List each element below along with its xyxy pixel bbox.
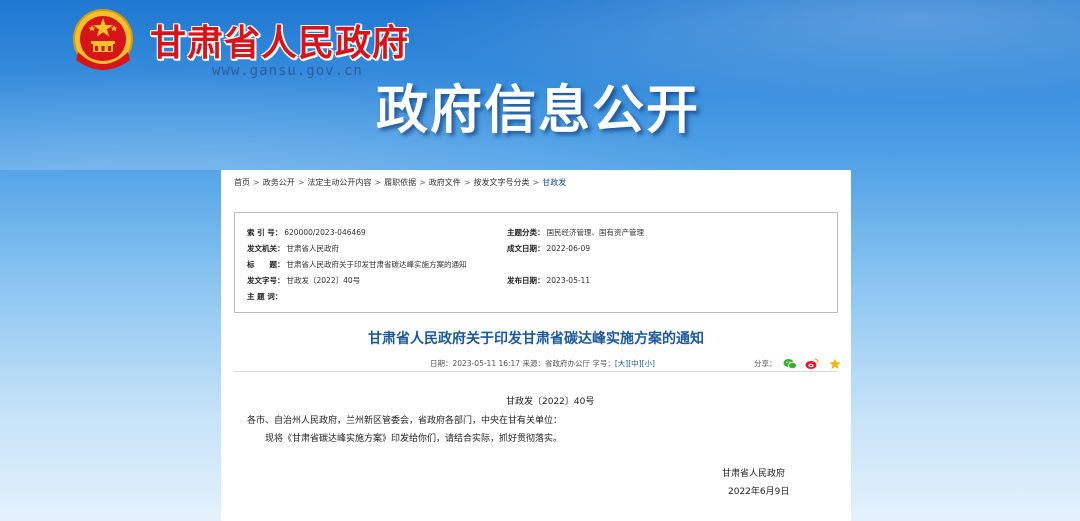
breadcrumb-separator: > — [419, 178, 426, 187]
document-body: 现将《甘肃省碳达峰实施方案》印发给你们，请结合实际，抓好贯彻落实。 — [265, 434, 563, 444]
meta-created-value: 2022-06-09 — [546, 244, 591, 253]
document-info-bar: 日期：2023-05-11 16:17 来源：省政府办公厅 字号：[大][中][… — [234, 355, 841, 372]
breadcrumb-separator: > — [532, 178, 540, 187]
meta-category-label: 主题分类： — [507, 228, 545, 237]
font-size-small-link[interactable]: [小] — [642, 359, 655, 368]
meta-created-label: 成文日期： — [507, 244, 545, 253]
meta-title-value: 甘肃省人民政府关于印发甘肃省碳达峰实施方案的通知 — [286, 260, 467, 269]
meta-issuer: 发文机关： 甘肃省人民政府 — [247, 243, 339, 254]
font-size-medium-link[interactable]: [中] — [628, 359, 641, 368]
breadcrumb-separator: > — [374, 178, 382, 187]
document-signature: 甘肃省人民政府 — [722, 469, 786, 479]
meta-issuer-label: 发文机关： — [247, 244, 285, 253]
star-icon[interactable] — [829, 355, 841, 374]
share-icons — [783, 355, 843, 370]
breadcrumb-item[interactable]: 政府文件 — [429, 178, 461, 187]
meta-published: 发布日期： 2023-05-11 — [507, 275, 590, 286]
section-title: 政府信息公开 — [376, 81, 701, 141]
breadcrumb-separator: > — [463, 178, 471, 187]
meta-keywords-label: 主 题 词： — [247, 292, 283, 301]
document-number: 甘政发〔2022〕40号 — [506, 397, 595, 407]
breadcrumb-separator: > — [297, 178, 305, 187]
document-title: 甘肃省人民政府关于印发甘肃省碳达峰实施方案的通知 — [368, 331, 704, 347]
wechat-icon[interactable] — [783, 355, 797, 374]
site-title[interactable]: 甘肃省人民政府 — [150, 14, 409, 66]
date-source-text: 日期：2023-05-11 16:17 来源：省政府办公厅 字号： — [430, 359, 615, 368]
share-label: 分享： — [754, 359, 777, 368]
meta-category: 主题分类： 国民经济管理、国有资产管理 — [507, 227, 644, 238]
meta-docno-label: 发文字号： — [247, 276, 285, 285]
breadcrumb-item[interactable]: 履职依据 — [384, 178, 416, 187]
document-sign-date: 2022年6月9日 — [728, 487, 790, 497]
meta-published-label: 发布日期： — [507, 276, 545, 285]
site-header: 甘肃省人民政府 www.gansu.gov.cn 政府信息公开 — [0, 0, 1080, 170]
site-url[interactable]: www.gansu.gov.cn — [212, 63, 363, 79]
meta-issuer-value: 甘肃省人民政府 — [286, 244, 340, 253]
meta-published-value: 2023-05-11 — [546, 276, 591, 285]
document-recipients: 各市、自治州人民政府，兰州新区管委会，省政府各部门，中央在甘有关单位： — [247, 416, 563, 426]
meta-title: 标 题： 甘肃省人民政府关于印发甘肃省碳达峰实施方案的通知 — [247, 259, 467, 270]
breadcrumb-current[interactable]: 甘政发 — [542, 178, 566, 187]
meta-category-value: 国民经济管理、国有资产管理 — [546, 228, 645, 237]
content-panel: 首页 > 政务公开 > 法定主动公开内容 > 履职依据 > 政府文件 > 按发文字号分类 > 甘政发 索… — [221, 170, 851, 521]
breadcrumb-item[interactable]: 政务公开 — [263, 178, 295, 187]
document-date-source: 日期：2023-05-11 16:17 来源：省政府办公厅 字号：[大][中][… — [430, 358, 655, 369]
meta-index: 索 引 号： 620000/2023-046469 — [247, 227, 366, 238]
breadcrumb-item[interactable]: 法定主动公开内容 — [307, 178, 371, 187]
meta-index-value: 620000/2023-046469 — [284, 228, 366, 237]
meta-title-label: 标 题： — [247, 260, 285, 269]
meta-docno-value: 甘政发〔2022〕40号 — [286, 276, 361, 285]
breadcrumb-separator: > — [253, 178, 260, 187]
national-emblem-icon — [73, 9, 133, 70]
meta-index-label: 索 引 号： — [247, 228, 283, 237]
font-size-large-link[interactable]: [大] — [615, 359, 628, 368]
meta-keywords: 主 题 词： — [247, 291, 284, 302]
breadcrumb: 首页 > 政务公开 > 法定主动公开内容 > 履职依据 > 政府文件 > 按发文字号分类 > 甘政发 — [234, 177, 566, 188]
weibo-icon[interactable] — [805, 355, 819, 374]
meta-docno: 发文字号： 甘政发〔2022〕40号 — [247, 275, 360, 286]
breadcrumb-home[interactable]: 首页 — [234, 178, 250, 187]
breadcrumb-item[interactable]: 按发文字号分类 — [474, 178, 530, 187]
meta-created: 成文日期： 2022-06-09 — [507, 243, 590, 254]
document-metadata-box: 索 引 号： 620000/2023-046469 主题分类： 国民经济管理、国有资… — [234, 212, 838, 313]
